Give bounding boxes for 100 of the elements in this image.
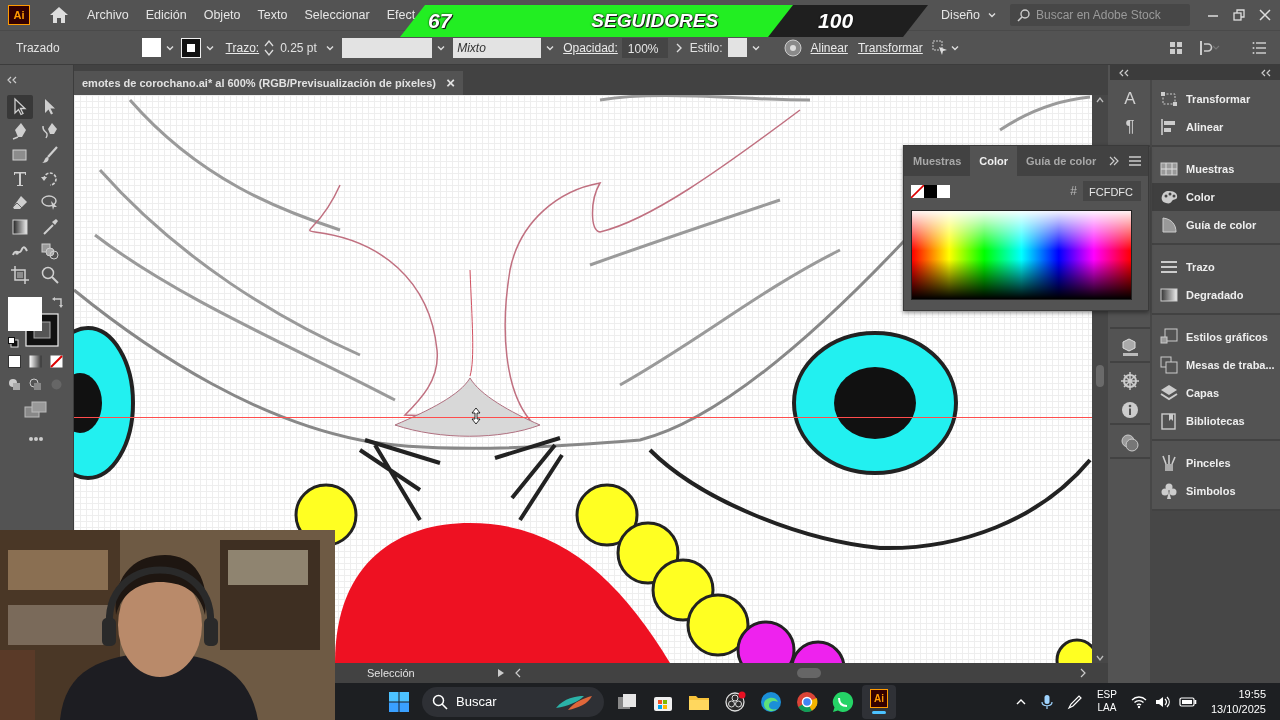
- bead: [575, 483, 639, 547]
- panel-glyph[interactable]: A: [1110, 85, 1150, 113]
- stroke-weight-field[interactable]: 0.25 pt: [280, 38, 325, 57]
- menu-item[interactable]: Edición: [145, 5, 187, 25]
- scroll-right-icon[interactable]: [1078, 668, 1087, 678]
- ring-circle-icon[interactable]: [796, 690, 818, 713]
- swatch-icon[interactable]: [937, 184, 950, 198]
- panel-link[interactable]: Transformar: [857, 38, 923, 57]
- menu-item[interactable]: Objeto: [203, 5, 241, 25]
- color-spectrum[interactable]: [911, 210, 1132, 300]
- chat-bubble-icon[interactable]: [832, 690, 854, 713]
- panel-tab[interactable]: Muestras: [904, 146, 971, 176]
- app-logo[interactable]: Ai: [8, 5, 30, 25]
- battery-icon[interactable]: [1178, 695, 1197, 708]
- panel-item[interactable]: Transformar: [1152, 85, 1280, 113]
- selection-arrow-tool[interactable]: [7, 95, 33, 119]
- windows-start-icon[interactable]: [388, 690, 410, 713]
- style-swatch[interactable]: [727, 38, 747, 57]
- fill-color-swatch[interactable]: [8, 297, 42, 331]
- panel-item[interactable]: Degradado: [1152, 281, 1280, 309]
- color-mode-icon[interactable]: [8, 355, 21, 368]
- play-icon[interactable]: [496, 668, 505, 678]
- follower-goal: 100: [818, 8, 854, 35]
- 3d-materials-icon[interactable]: [1120, 337, 1140, 357]
- expand-icon[interactable]: [1108, 156, 1120, 166]
- info-icon[interactable]: [1121, 401, 1139, 419]
- more-icon[interactable]: [28, 436, 44, 442]
- search-icon[interactable]: [1016, 8, 1032, 22]
- panel-link[interactable]: Alinear: [810, 38, 848, 57]
- stroke-label: Trazo:: [225, 39, 260, 57]
- panel-item[interactable]: Simbolos: [1152, 477, 1280, 505]
- panel-item[interactable]: Trazo: [1152, 253, 1280, 281]
- blend-mode-dropdown[interactable]: Mixto: [453, 37, 542, 58]
- menu-item[interactable]: Archivo: [87, 5, 129, 25]
- workspace-dropdown[interactable]: Diseño: [941, 5, 998, 25]
- scroll-up-icon[interactable]: [1095, 95, 1105, 105]
- opacity-field[interactable]: 100%: [621, 37, 668, 58]
- menu-icon[interactable]: [1252, 39, 1268, 56]
- scroll-left-icon[interactable]: [513, 668, 522, 678]
- scroll-thumb[interactable]: [1096, 365, 1104, 387]
- document-tab[interactable]: emotes de corochano.ai* al 600% (RGB/Previsualización de píxeles) ×: [74, 71, 463, 95]
- collapse-icon[interactable]: [1118, 68, 1130, 77]
- panel-item[interactable]: Pinceles: [1152, 449, 1280, 477]
- scroll-down-icon[interactable]: [1095, 653, 1105, 663]
- volume-icon[interactable]: [1154, 694, 1171, 709]
- swatch-icon[interactable]: [924, 184, 937, 198]
- panel-item[interactable]: Color: [1152, 183, 1280, 211]
- wifi-icon[interactable]: [1130, 694, 1147, 709]
- panel-item[interactable]: Bibliotecas: [1152, 407, 1280, 435]
- horizontal-scroll-thumb[interactable]: [796, 668, 821, 678]
- menu-item[interactable]: Seleccionar: [304, 5, 370, 25]
- default-colors-icon[interactable]: [8, 337, 19, 348]
- tab-close-button[interactable]: ×: [446, 71, 455, 95]
- panel-item[interactable]: Estilos gráficos: [1152, 323, 1280, 351]
- helm-wheel-icon[interactable]: [1120, 371, 1140, 391]
- close-icon[interactable]: [1258, 8, 1272, 22]
- clubs-icon: [1160, 482, 1178, 500]
- panel-item[interactable]: Guía de color: [1152, 211, 1280, 239]
- aperture-icon[interactable]: [724, 690, 746, 713]
- restore-icon[interactable]: [1232, 8, 1246, 22]
- appearance-icon[interactable]: [1120, 433, 1140, 453]
- menu-item[interactable]: Efect: [386, 5, 416, 25]
- none-swatch-icon[interactable]: [911, 184, 924, 198]
- panel-item[interactable]: Mesas de traba...: [1152, 351, 1280, 379]
- draw-normal-icon[interactable]: [8, 378, 21, 391]
- recolor-icon[interactable]: [783, 38, 802, 57]
- panel-item[interactable]: Alinear: [1152, 113, 1280, 141]
- graphic-styles-icon: [1160, 328, 1178, 346]
- clock[interactable]: 19:55 13/10/2025: [1210, 687, 1266, 716]
- illustrator-app-icon[interactable]: Ai: [870, 689, 888, 708]
- panel-item[interactable]: Muestras: [1152, 155, 1280, 183]
- collapse-icon[interactable]: [6, 76, 18, 84]
- panel-item[interactable]: Capas: [1152, 379, 1280, 407]
- hex-field[interactable]: FCFDFC: [1083, 181, 1141, 201]
- panel-glyph[interactable]: ¶: [1110, 113, 1150, 141]
- input-language-indicator[interactable]: ESP LAA: [1096, 689, 1117, 714]
- fill-swatch[interactable]: [141, 38, 161, 57]
- panel-tab[interactable]: Color: [970, 146, 1018, 176]
- stroke-swatch[interactable]: [180, 37, 201, 58]
- collapse-icon[interactable]: [1260, 68, 1272, 77]
- menu-item[interactable]: Texto: [257, 5, 288, 25]
- spinner-icon[interactable]: [264, 38, 275, 57]
- panel-menu-icon[interactable]: [1128, 155, 1142, 167]
- panel-tab[interactable]: Guía de color: [1017, 146, 1106, 176]
- taskbar-search-field[interactable]: Buscar: [422, 686, 604, 717]
- color-guide-icon: [1160, 216, 1178, 234]
- microphone-icon[interactable]: [1040, 693, 1053, 710]
- select-similar-icon[interactable]: [930, 38, 949, 57]
- profile-dropdown[interactable]: [342, 37, 433, 58]
- arrange-icon[interactable]: [1168, 39, 1184, 56]
- stock-search-field[interactable]: Buscar en Adobe Stock: [1010, 4, 1190, 26]
- align-left-icon[interactable]: [1198, 39, 1220, 56]
- none-mode-icon[interactable]: [50, 355, 63, 368]
- gradient-mode-icon[interactable]: [29, 355, 42, 368]
- screen-mode-icon[interactable]: [24, 401, 48, 419]
- wave-circle-icon[interactable]: [760, 690, 782, 713]
- pen-icon[interactable]: [1066, 693, 1083, 710]
- home-icon[interactable]: [48, 5, 70, 25]
- swap-icon[interactable]: [52, 297, 64, 309]
- draw-behind-icon[interactable]: [29, 378, 42, 391]
